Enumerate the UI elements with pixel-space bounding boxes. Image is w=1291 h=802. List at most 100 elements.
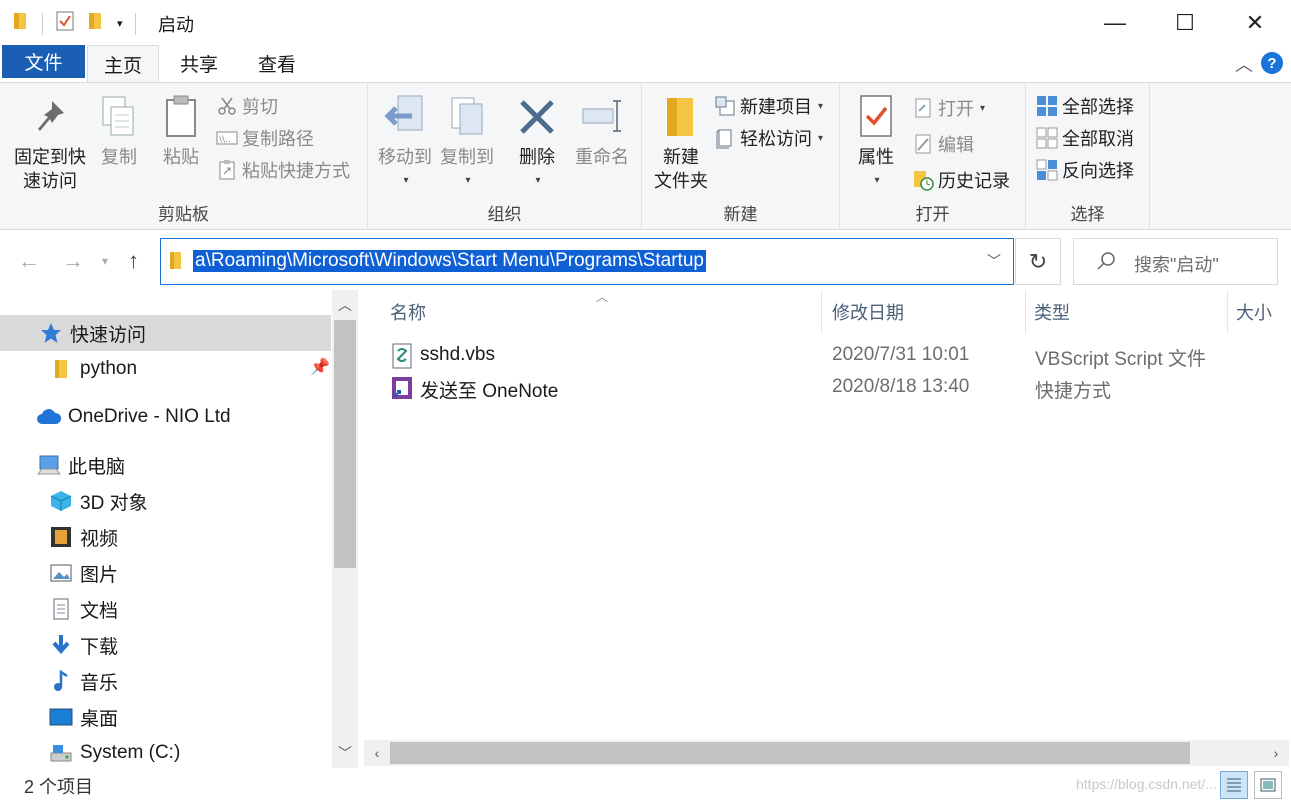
- collapse-ribbon-icon[interactable]: ︿: [1235, 51, 1253, 77]
- maximize-button[interactable]: ☐: [1150, 0, 1220, 45]
- new-folder-icon[interactable]: [87, 11, 105, 36]
- help-button[interactable]: ?: [1261, 52, 1283, 74]
- edit-button[interactable]: 编辑: [912, 131, 974, 157]
- rename-button[interactable]: 重命名: [570, 93, 634, 169]
- nav-item-onedrive[interactable]: OneDrive - NIO Ltd: [0, 399, 231, 435]
- move-to-label: 移动到: [378, 147, 432, 167]
- music-note-icon: [48, 668, 74, 694]
- select-all-button[interactable]: 全部选择: [1036, 93, 1134, 119]
- move-to-button[interactable]: 移动到 ▾: [374, 93, 436, 193]
- nav-label: 文档: [80, 600, 119, 622]
- open-dropdown-icon: ▾: [980, 102, 986, 114]
- nav-item-3d-objects[interactable]: 3D 对象: [0, 483, 148, 519]
- new-folder-label-line2: 文件夹: [654, 171, 708, 191]
- separator: [42, 12, 43, 35]
- star-icon: [38, 320, 64, 346]
- properties-button[interactable]: 属性 ▾: [850, 93, 902, 193]
- refresh-button[interactable]: ↻: [1015, 238, 1061, 285]
- folder-icon: [169, 251, 183, 276]
- nav-label: 视频: [80, 528, 119, 550]
- paste-shortcut-button[interactable]: 粘贴快捷方式: [216, 157, 350, 183]
- folder-icon: [48, 356, 74, 382]
- scroll-right-icon[interactable]: ›: [1263, 740, 1289, 766]
- properties-icon[interactable]: [55, 10, 75, 37]
- column-header-size[interactable]: 大小: [1228, 290, 1291, 334]
- customize-qat-icon[interactable]: ▾: [117, 17, 123, 30]
- move-to-icon: [381, 93, 429, 141]
- group-open: 属性 ▾ 打开 ▾ 编辑 历史记录 打开: [840, 83, 1026, 229]
- nav-item-python[interactable]: python 📌: [0, 351, 331, 387]
- nav-item-videos[interactable]: 视频: [0, 519, 118, 555]
- tab-share[interactable]: 共享: [163, 45, 235, 82]
- group-new: 新建 文件夹 新建项目 ▾ 轻松访问 ▾ 新建: [642, 83, 840, 229]
- nav-scrollbar[interactable]: ︿ ﹀: [332, 290, 358, 768]
- column-header-type[interactable]: 类型: [1026, 290, 1228, 334]
- cube-icon: [48, 488, 74, 514]
- table-row[interactable]: sshd.vbs 2020/7/31 10:01 VBScript Script…: [360, 340, 1291, 372]
- address-path[interactable]: a\Roaming\Microsoft\Windows\Start Menu\P…: [193, 250, 706, 272]
- pin-to-quick-access-button[interactable]: 固定到快 速访问: [8, 93, 92, 193]
- item-count: 2 个项目: [24, 777, 94, 797]
- chevron-down-icon[interactable]: ﹀: [987, 251, 1001, 271]
- nav-item-downloads[interactable]: 下载: [0, 627, 118, 663]
- nav-label: 下载: [80, 636, 119, 658]
- back-arrow-icon[interactable]: ←: [18, 248, 40, 274]
- up-arrow-icon[interactable]: ↑: [128, 248, 139, 274]
- scrollbar-thumb[interactable]: [334, 320, 356, 568]
- title-bar: ▾ 启动 — ☐ ✕: [0, 0, 1291, 45]
- copy-button[interactable]: 复制: [94, 93, 144, 169]
- large-icons-view-button[interactable]: [1254, 771, 1282, 799]
- folder-icon: [657, 93, 705, 141]
- scrollbar-thumb[interactable]: [390, 742, 1190, 764]
- scroll-down-icon[interactable]: ﹀: [332, 740, 358, 766]
- clipboard-icon: [157, 93, 205, 141]
- paste-label: 粘贴: [163, 147, 199, 167]
- open-button[interactable]: 打开 ▾: [912, 95, 985, 121]
- delete-icon: [513, 93, 561, 141]
- pin-icon[interactable]: 📌: [310, 357, 330, 377]
- close-button[interactable]: ✕: [1220, 0, 1290, 45]
- forward-arrow-icon[interactable]: →: [62, 248, 84, 274]
- folder-icon: [12, 11, 30, 36]
- properties-dropdown-icon: ▾: [874, 175, 880, 186]
- copy-path-button[interactable]: \\.. 复制路径: [216, 125, 314, 151]
- film-icon: [48, 524, 74, 550]
- minimize-button[interactable]: —: [1080, 0, 1150, 45]
- nav-item-this-pc[interactable]: 此电脑: [0, 447, 125, 483]
- history-button[interactable]: 历史记录: [912, 167, 1010, 193]
- scroll-up-icon[interactable]: ︿: [332, 292, 358, 318]
- copy-to-button[interactable]: 复制到 ▾: [436, 93, 498, 193]
- nav-item-pictures[interactable]: 图片: [0, 555, 118, 591]
- watermark: https://blog.csdn.net/...: [1076, 776, 1217, 792]
- nav-item-music[interactable]: 音乐: [0, 663, 118, 699]
- search-box[interactable]: 搜索"启动": [1073, 238, 1278, 285]
- new-folder-button[interactable]: 新建 文件夹: [646, 93, 716, 193]
- delete-button[interactable]: 删除 ▾: [512, 93, 562, 193]
- column-header-modified[interactable]: 修改日期: [824, 290, 1026, 334]
- select-all-label: 全部选择: [1062, 97, 1134, 117]
- details-view-icon: [1227, 778, 1241, 792]
- details-view-button[interactable]: [1220, 771, 1248, 799]
- nav-item-documents[interactable]: 文档: [0, 591, 118, 627]
- new-item-button[interactable]: 新建项目 ▾: [714, 93, 823, 119]
- address-bar[interactable]: a\Roaming\Microsoft\Windows\Start Menu\P…: [160, 238, 1014, 285]
- cut-button[interactable]: 剪切: [216, 93, 278, 119]
- select-none-button[interactable]: 全部取消: [1036, 125, 1134, 151]
- column-header-name[interactable]: 名称: [382, 290, 822, 334]
- file-horizontal-scrollbar[interactable]: ‹ ›: [364, 740, 1289, 766]
- easy-access-button[interactable]: 轻松访问 ▾: [714, 125, 823, 151]
- invert-selection-button[interactable]: 反向选择: [1036, 157, 1134, 183]
- scroll-left-icon[interactable]: ‹: [364, 740, 390, 766]
- navigation-pane: 快速访问 python 📌 OneDrive - NIO Ltd 此电脑 3D …: [0, 290, 358, 768]
- copy-to-icon: [443, 93, 491, 141]
- nav-item-quick-access[interactable]: 快速访问: [0, 315, 331, 351]
- nav-item-system-c[interactable]: System (C:): [0, 735, 180, 771]
- table-row[interactable]: 发送至 OneNote 2020/8/18 13:40 快捷方式: [360, 372, 1291, 404]
- nav-item-desktop[interactable]: 桌面: [0, 699, 118, 735]
- tab-view[interactable]: 查看: [241, 45, 313, 82]
- copy-label: 复制: [101, 147, 137, 167]
- paste-button[interactable]: 粘贴: [156, 93, 206, 169]
- tab-home[interactable]: 主页: [87, 45, 159, 82]
- tab-file[interactable]: 文件: [2, 45, 85, 78]
- recent-locations-icon[interactable]: ▾: [102, 254, 108, 268]
